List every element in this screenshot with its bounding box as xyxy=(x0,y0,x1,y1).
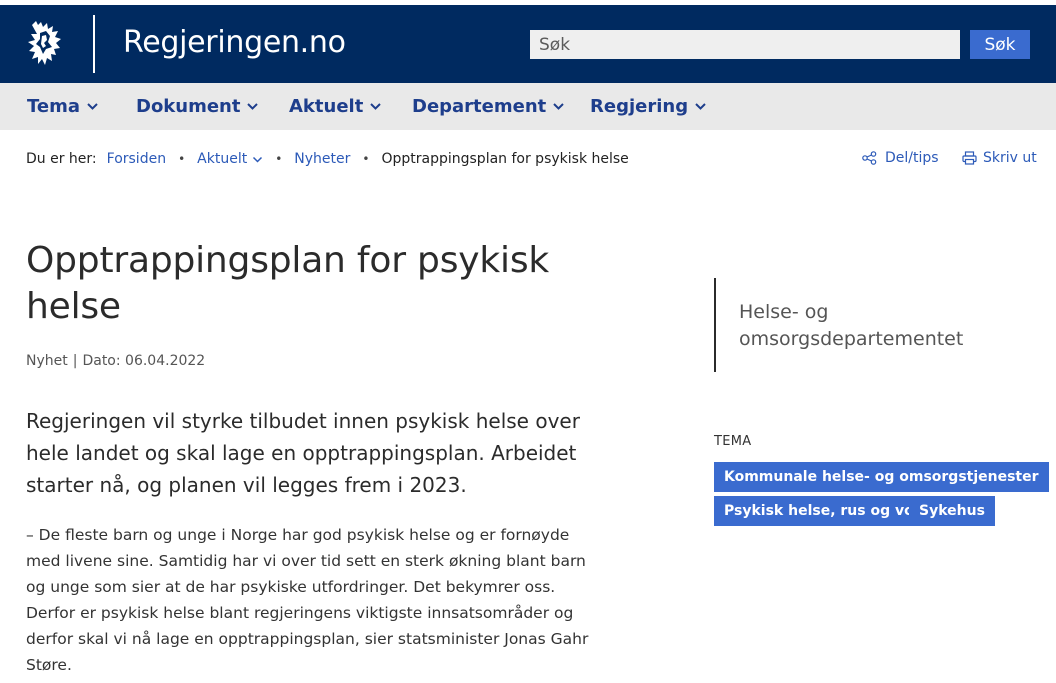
nav-item-regjering[interactable]: Regjering xyxy=(590,83,707,130)
nav-item-departement[interactable]: Departement xyxy=(412,83,565,130)
nav-item-label: Aktuelt xyxy=(289,96,364,117)
coat-of-arms-logo[interactable] xyxy=(24,19,68,69)
breadcrumb-prefix: Du er her: xyxy=(26,151,97,167)
breadcrumb-item-label: Aktuelt xyxy=(197,151,248,167)
chevron-down-icon xyxy=(553,103,564,110)
chevron-down-icon xyxy=(695,103,706,110)
nav-item-aktuelt[interactable]: Aktuelt xyxy=(289,83,382,130)
nav-item-label: Regjering xyxy=(590,96,689,117)
page-title: Opptrappingsplan for psykisk helse xyxy=(26,240,550,327)
nav-item-dokument[interactable]: Dokument xyxy=(136,83,259,130)
article-date: Dato: 06.04.2022 xyxy=(82,353,206,369)
breadcrumb-separator: • xyxy=(362,152,370,166)
department-link[interactable]: Helse- og omsorgsdepartementet xyxy=(739,299,979,353)
tema-label: TEMA xyxy=(714,434,752,449)
breadcrumb-item-nyheter[interactable]: Nyheter xyxy=(294,151,350,167)
tag-psykisk-helse[interactable]: Psykisk helse, rus og vold xyxy=(714,496,939,526)
nav-item-label: Dokument xyxy=(136,96,241,117)
nav-item-tema[interactable]: Tema xyxy=(27,83,99,130)
chevron-down-icon xyxy=(87,103,98,110)
site-header: Regjeringen.no Søk xyxy=(0,5,1056,83)
share-icon xyxy=(862,151,877,165)
department-box: Helse- og omsorgsdepartementet xyxy=(714,278,979,372)
print-label: Skriv ut xyxy=(983,150,1037,166)
tag-sykehus[interactable]: Sykehus xyxy=(909,496,995,526)
breadcrumb-separator: • xyxy=(178,152,186,166)
breadcrumb-item-aktuelt[interactable]: Aktuelt xyxy=(197,151,263,167)
site-title[interactable]: Regjeringen.no xyxy=(123,25,346,60)
breadcrumb: Du er her: Forsiden • Aktuelt • Nyheter … xyxy=(26,150,629,168)
print-link[interactable]: Skriv ut xyxy=(962,150,1037,166)
share-label: Del/tips xyxy=(885,150,939,166)
article-meta: Nyhet | Dato: 06.04.2022 xyxy=(26,353,205,369)
chevron-down-icon xyxy=(253,156,263,163)
nav-item-label: Departement xyxy=(412,96,547,117)
search-input[interactable] xyxy=(530,30,960,59)
article-lead: Regjeringen vil styrke tilbudet innen ps… xyxy=(26,409,580,497)
breadcrumb-current: Opptrappingsplan for psykisk helse xyxy=(381,151,629,167)
printer-icon xyxy=(962,151,977,165)
chevron-down-icon xyxy=(370,103,382,110)
chevron-down-icon xyxy=(247,103,259,110)
meta-separator: | xyxy=(72,353,78,369)
breadcrumb-separator: • xyxy=(275,152,283,166)
article-body: – De fleste barn og unge i Norge har god… xyxy=(26,526,589,674)
share-link[interactable]: Del/tips xyxy=(862,150,939,166)
nav-item-label: Tema xyxy=(27,96,80,117)
logo-divider xyxy=(93,15,95,73)
article-type: Nyhet xyxy=(26,353,68,369)
main-nav: Tema Dokument Aktuelt Departement Regjer… xyxy=(0,83,1056,130)
tag-kommunale-helse[interactable]: Kommunale helse- og omsorgstjenester xyxy=(714,462,1049,492)
search-button[interactable]: Søk xyxy=(970,30,1030,59)
breadcrumb-item-forsiden[interactable]: Forsiden xyxy=(107,151,166,167)
